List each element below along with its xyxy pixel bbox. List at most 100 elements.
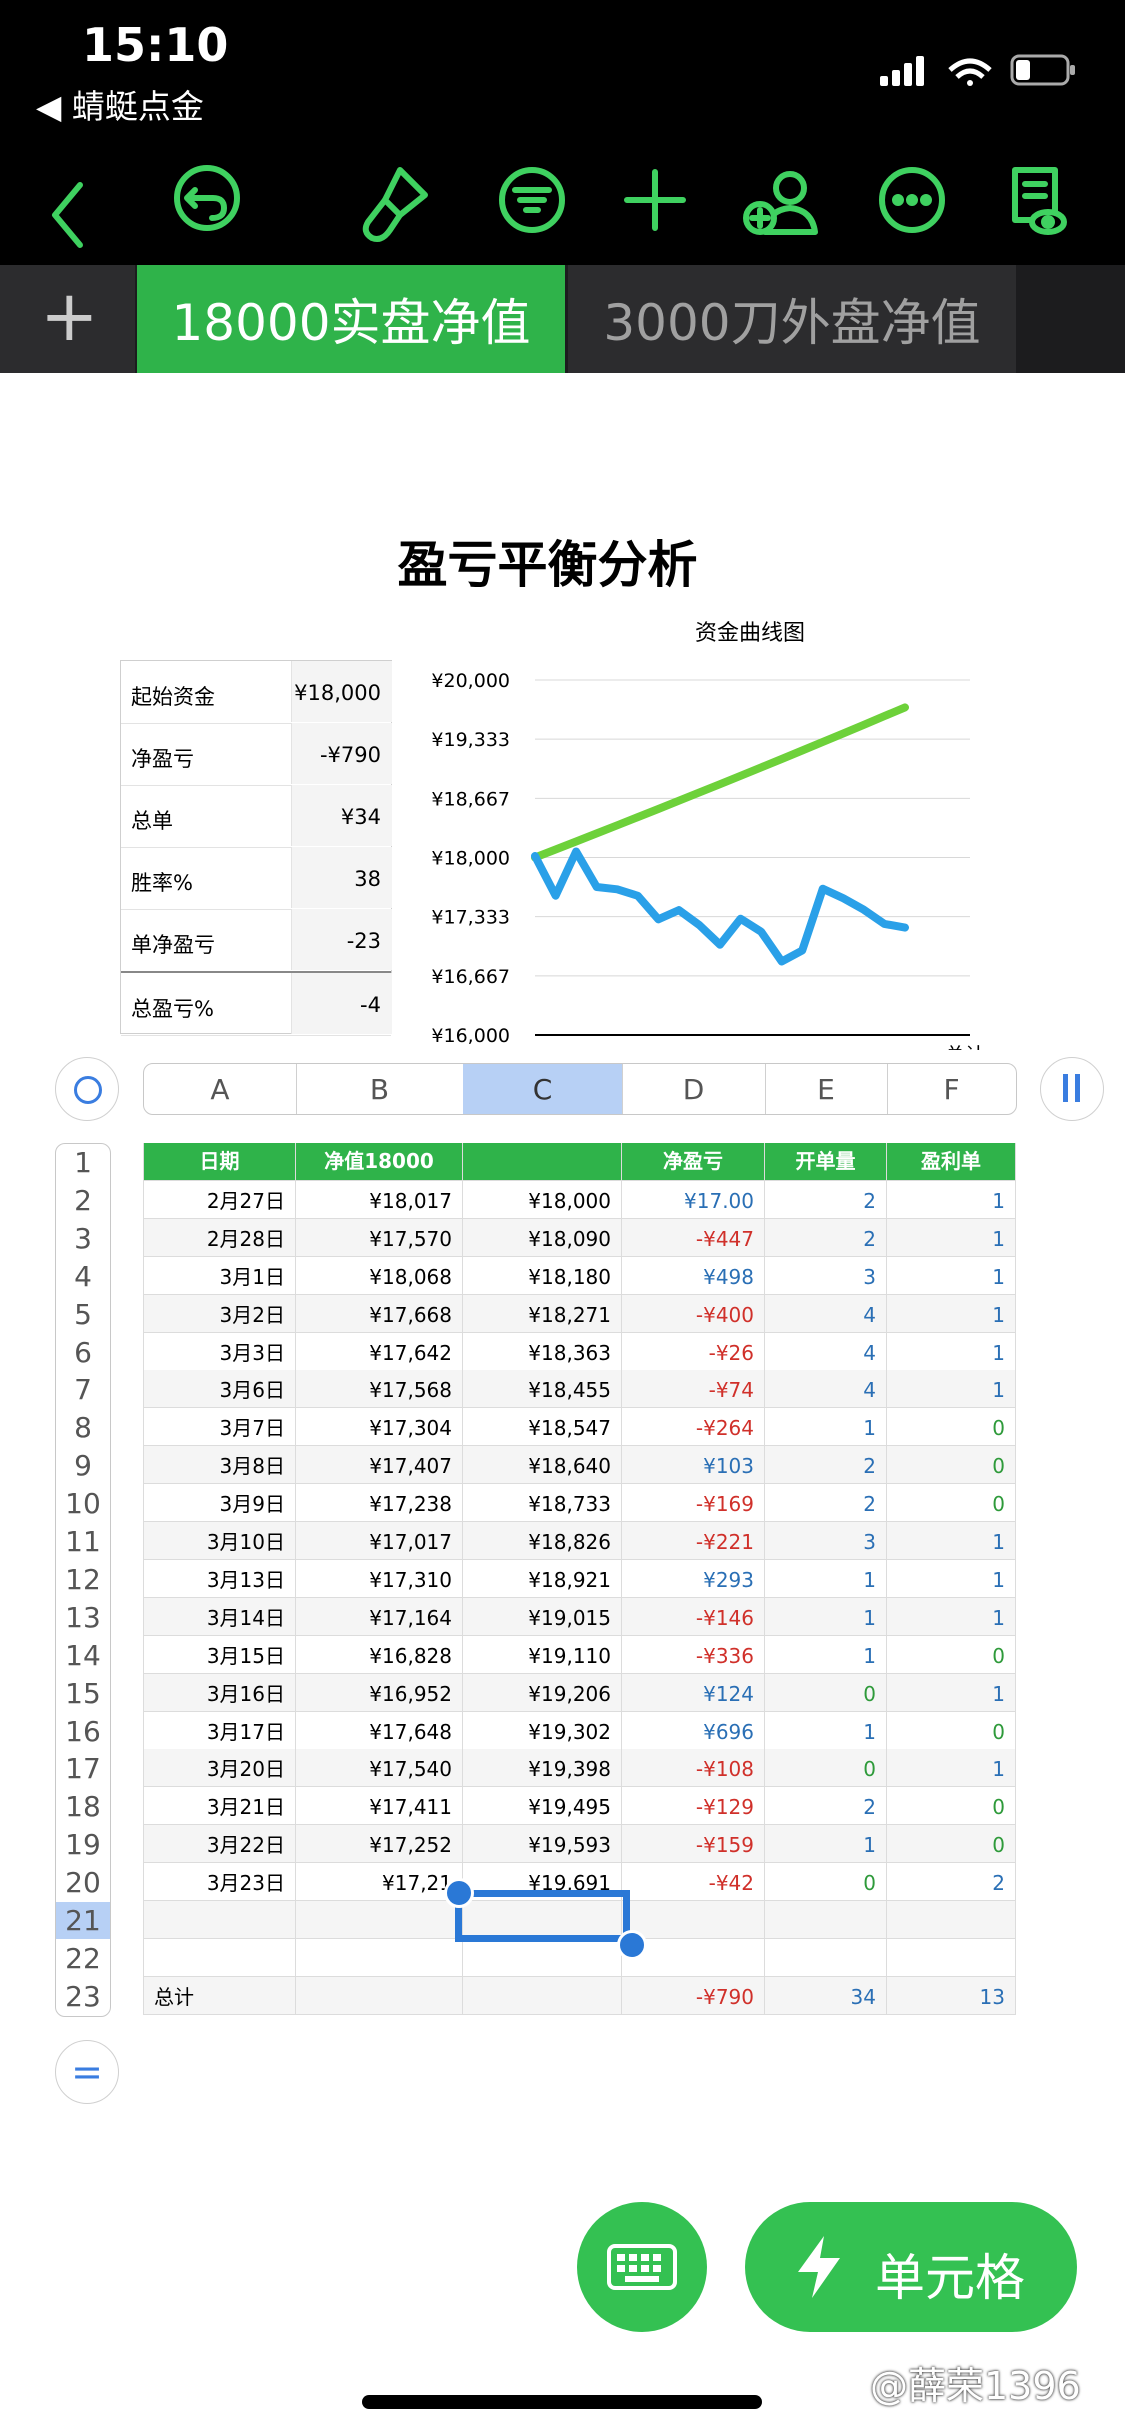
table-cell[interactable]: 34 (765, 1976, 887, 2014)
column-header-d[interactable]: D (622, 1064, 766, 1114)
row-number[interactable]: 12 (56, 1561, 110, 1598)
table-cell[interactable]: ¥17,017 (296, 1522, 463, 1559)
table-cell[interactable]: ¥16,828 (296, 1635, 463, 1673)
tab-3000[interactable]: 3000刀外盘净值 (568, 265, 1016, 373)
table-cell[interactable]: 2 (765, 1218, 887, 1256)
table-cell[interactable] (887, 1938, 1016, 1976)
table-cell[interactable]: 0 (887, 1635, 1016, 1673)
table-cell[interactable]: ¥18,826 (463, 1522, 622, 1559)
table-cell[interactable]: 1 (887, 1522, 1016, 1559)
row-number[interactable]: 13 (56, 1599, 110, 1636)
formula-button[interactable]: = (55, 2040, 119, 2104)
row-number[interactable]: 11 (56, 1523, 110, 1560)
row-number[interactable]: 15 (56, 1675, 110, 1712)
table-cell[interactable]: 1 (765, 1597, 887, 1635)
row-number[interactable]: 6 (56, 1334, 110, 1371)
column-header-e[interactable]: E (765, 1064, 888, 1114)
table-cell[interactable]: 0 (765, 1749, 887, 1787)
row-number[interactable]: 9 (56, 1447, 110, 1484)
keyboard-button[interactable] (577, 2202, 707, 2332)
summary-table[interactable]: 起始资金 ¥18,000 净盈亏 -¥790 总单 ¥34 胜率% 38 单净盈亏 -23 总盈亏%… (120, 660, 392, 1036)
table-cell[interactable]: 3月14日 (144, 1597, 296, 1635)
table-cell[interactable]: ¥103 (622, 1446, 765, 1484)
summary-row[interactable]: 总单 ¥34 (121, 785, 392, 848)
table-cell[interactable]: 0 (887, 1446, 1016, 1484)
row-number[interactable]: 8 (56, 1409, 110, 1446)
table-cell[interactable]: 3月8日 (144, 1446, 296, 1484)
selection-handle-bottom[interactable] (617, 1930, 647, 1960)
table-cell[interactable]: -¥790 (622, 1976, 765, 2014)
table-cell[interactable]: ¥18,000 (463, 1180, 622, 1218)
row-number-bar[interactable]: 1 2 3 4 5 6 7 8 9 10 11 12 13 14 15 16 17 18 19 20 21 22 23 (55, 1143, 111, 2017)
table-cell[interactable]: 1 (887, 1218, 1016, 1256)
table-cell[interactable]: 1 (765, 1711, 887, 1749)
table-cell[interactable]: 1 (887, 1749, 1016, 1787)
table-cell[interactable]: ¥293 (622, 1559, 765, 1597)
row-number[interactable]: 3 (56, 1220, 110, 1257)
table-cell[interactable]: 3月3日 (144, 1332, 296, 1370)
table-cell[interactable]: ¥17,304 (296, 1408, 463, 1446)
table-cell[interactable]: 2 (765, 1446, 887, 1484)
table-cell[interactable]: 0 (887, 1825, 1016, 1863)
table-cell[interactable]: -¥400 (622, 1294, 765, 1332)
table-row[interactable]: 3月7日 ¥17,304 ¥18,547 -¥264 1 0 (144, 1408, 1016, 1447)
table-cell[interactable]: -¥129 (622, 1787, 765, 1825)
table-cell[interactable]: 3月1日 (144, 1256, 296, 1294)
table-cell[interactable]: 1 (765, 1559, 887, 1597)
table-cell[interactable]: -¥264 (622, 1408, 765, 1446)
table-cell[interactable]: 1 (887, 1597, 1016, 1635)
table-row[interactable]: 3月9日 ¥17,238 ¥18,733 -¥169 2 0 (144, 1484, 1016, 1523)
table-cell[interactable]: 总计 (144, 1976, 296, 2014)
table-cell[interactable]: 3月20日 (144, 1749, 296, 1787)
table-row[interactable]: 3月3日 ¥17,642 ¥18,363 -¥26 4 1 (144, 1332, 1016, 1371)
table-cell[interactable] (296, 1976, 463, 2014)
table-row[interactable]: 3月22日 ¥17,252 ¥19,593 -¥159 1 0 (144, 1825, 1016, 1864)
table-cell[interactable]: ¥18,017 (296, 1180, 463, 1218)
table-cell[interactable]: 2 (765, 1180, 887, 1218)
table-cell[interactable]: 3 (765, 1522, 887, 1559)
row-number[interactable]: 2 (56, 1182, 110, 1219)
table-cell[interactable]: 3月21日 (144, 1787, 296, 1825)
row-number[interactable]: 21 (56, 1902, 110, 1939)
table-cell[interactable]: 1 (887, 1370, 1016, 1408)
paintbrush-icon[interactable] (362, 167, 428, 242)
table-cell[interactable]: ¥124 (622, 1673, 765, 1711)
freeze-columns-button[interactable] (1040, 1057, 1104, 1121)
table-cell[interactable]: ¥17,407 (296, 1446, 463, 1484)
table-cell[interactable]: 2月28日 (144, 1218, 296, 1256)
table-cell[interactable]: 3月13日 (144, 1559, 296, 1597)
table-cell[interactable]: 0 (887, 1787, 1016, 1825)
table-cell[interactable]: 3月10日 (144, 1522, 296, 1559)
table-cell[interactable]: -¥74 (622, 1370, 765, 1408)
table-cell[interactable]: ¥19,302 (463, 1711, 622, 1749)
table-row[interactable]: 3月16日 ¥16,952 ¥19,206 ¥124 0 1 (144, 1673, 1016, 1712)
table-cell[interactable]: 3月22日 (144, 1825, 296, 1863)
table-row[interactable]: 2月28日 ¥17,570 ¥18,090 -¥447 2 1 (144, 1218, 1016, 1257)
table-cell[interactable]: -¥26 (622, 1332, 765, 1370)
table-row[interactable]: 3月13日 ¥17,310 ¥18,921 ¥293 1 1 (144, 1559, 1016, 1598)
summary-row[interactable]: 净盈亏 -¥790 (121, 723, 392, 786)
table-cell[interactable]: -¥42 (622, 1863, 765, 1901)
row-number[interactable]: 18 (56, 1788, 110, 1825)
row-number[interactable]: 4 (56, 1258, 110, 1295)
summary-row[interactable]: 胜率% 38 (121, 847, 392, 910)
table-cell[interactable]: 3月23日 (144, 1863, 296, 1901)
tab-18000[interactable]: 18000实盘净值 (137, 265, 565, 373)
table-cell[interactable]: ¥17,540 (296, 1749, 463, 1787)
table-cell[interactable] (463, 1938, 622, 1976)
table-cell[interactable]: 3 (765, 1256, 887, 1294)
table-cell[interactable]: 1 (765, 1825, 887, 1863)
row-number[interactable]: 10 (56, 1485, 110, 1522)
table-cell[interactable]: ¥18,547 (463, 1408, 622, 1446)
table-row[interactable]: 3月15日 ¥16,828 ¥19,110 -¥336 1 0 (144, 1635, 1016, 1674)
table-cell[interactable]: ¥18,455 (463, 1370, 622, 1408)
table-cell[interactable] (144, 1901, 296, 1938)
table-cell[interactable]: 3月2日 (144, 1294, 296, 1332)
table-cell[interactable]: ¥19,398 (463, 1749, 622, 1787)
row-number[interactable]: 19 (56, 1826, 110, 1863)
table-cell[interactable]: 4 (765, 1332, 887, 1370)
table-cell[interactable]: ¥498 (622, 1256, 765, 1294)
table-cell[interactable]: ¥18,640 (463, 1446, 622, 1484)
row-number[interactable]: 20 (56, 1864, 110, 1901)
table-cell[interactable]: 0 (887, 1711, 1016, 1749)
